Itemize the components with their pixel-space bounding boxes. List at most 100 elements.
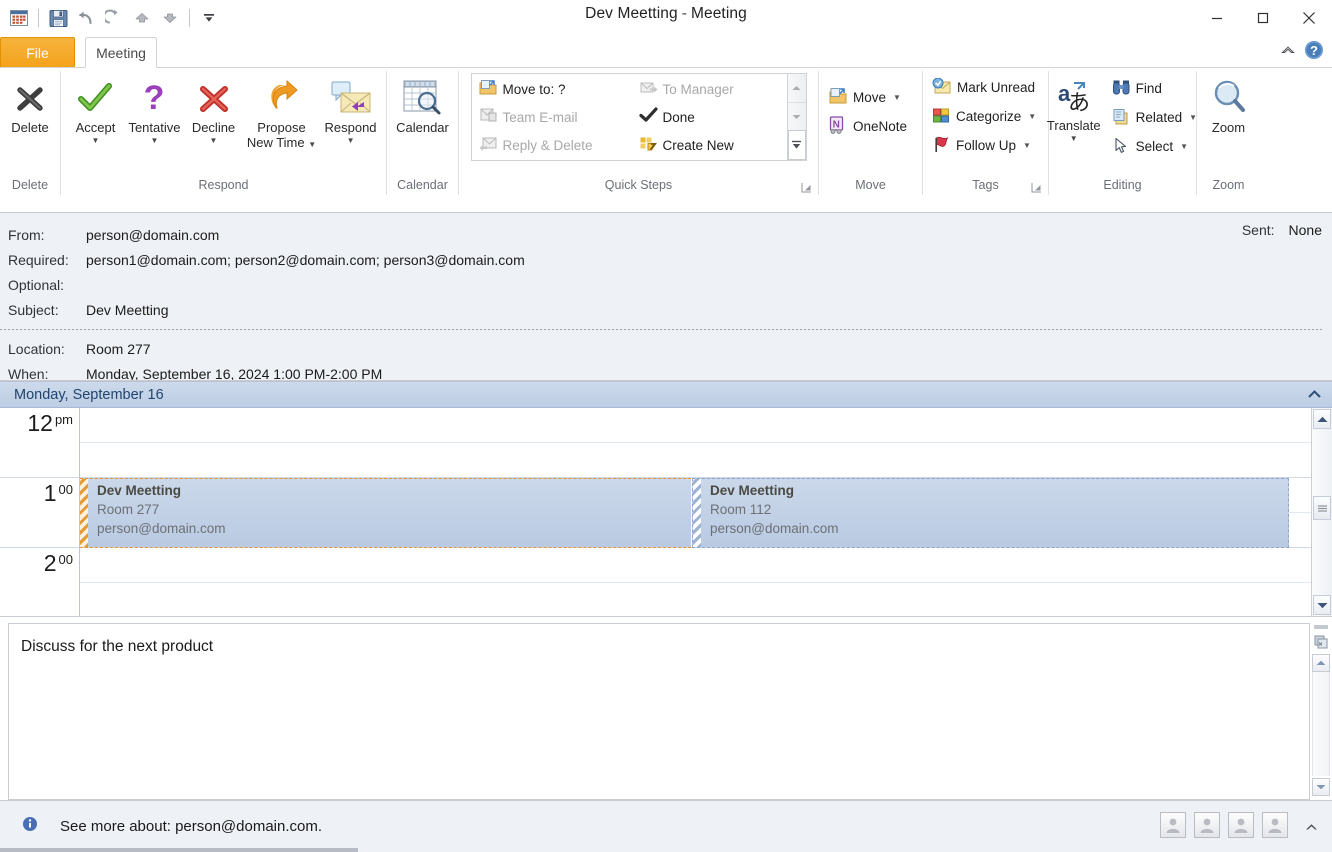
delete-button[interactable]: Delete [1,75,59,137]
tentative-label: Tentative [128,120,180,135]
ribbon-collapse-icon[interactable] [1280,43,1296,62]
onenote-button[interactable]: N OneNote [823,112,912,141]
delete-x-icon [12,77,48,117]
field-subject-value[interactable]: Dev Meetting [86,302,168,318]
quick-steps-scroll-down[interactable] [788,102,806,131]
tags-dialog-launcher[interactable] [1031,179,1042,190]
ribbon-group-editing: a あ Translate ▼ [1048,71,1196,195]
appointment-block-1[interactable]: Dev Meetting Room 277 person@domain.com [80,478,691,548]
move-button[interactable]: Move ▼ [823,83,906,112]
field-from: From: person@domain.com [0,222,1332,247]
attachment-icon[interactable] [1311,632,1331,652]
select-caret-icon[interactable]: ▼ [1180,142,1188,151]
field-location-value[interactable]: Room 277 [86,341,151,357]
tentative-caret-icon[interactable]: ▼ [151,136,159,145]
select-cursor-icon [1112,137,1131,157]
move-to-folder-icon [479,79,498,99]
calendar-button[interactable]: Calendar [392,75,453,137]
respond-label: Respond [325,120,377,135]
calendar-scrollbar[interactable] [1311,408,1332,616]
appointment-1-title: Dev Meetting [97,482,226,500]
move-caret-icon[interactable]: ▼ [893,93,901,102]
status-text: See more about: person@domain.com. [60,818,322,835]
find-button[interactable]: Find [1107,74,1202,103]
calendar-scroll-down-button[interactable] [1313,595,1331,615]
quick-step-create-new[interactable]: Create New [634,131,785,159]
propose-new-time-button[interactable]: ProposeNew Time ▼ [243,75,321,152]
person-icon-3[interactable] [1228,812,1254,838]
person-icon-1[interactable] [1160,812,1186,838]
accept-button[interactable]: Accept ▼ [66,75,124,147]
tab-meeting[interactable]: Meeting [85,37,157,68]
ribbon-help-group: ? [1280,40,1324,65]
calendar-day-header: Monday, September 16 [0,382,1332,408]
quick-step-reply-delete[interactable]: Reply & Delete [474,131,630,159]
expand-up-icon[interactable] [1305,818,1318,836]
calendar-scroll-track[interactable] [1312,430,1332,594]
follow-up-caret-icon[interactable]: ▼ [1023,141,1031,150]
tentative-question-icon: ? [137,77,171,117]
person-icon-4[interactable] [1262,812,1288,838]
categorize-button[interactable]: Categorize ▼ [927,102,1041,131]
related-icon [1112,108,1131,128]
decline-label: Decline [192,120,235,135]
respond-button[interactable]: Respond ▼ [321,75,381,147]
tab-file[interactable]: File [0,37,75,68]
calendar-collapse-button[interactable] [1296,382,1332,407]
close-button[interactable] [1286,0,1332,36]
help-icon[interactable]: ? [1304,40,1324,65]
select-button[interactable]: Select ▼ [1107,132,1202,161]
quick-step-done[interactable]: Done [634,103,785,131]
ribbon-group-respond: Accept ▼ ? Tentative ▼ [60,71,386,195]
ribbon-group-move-label: Move [823,175,918,195]
create-new-icon [639,135,658,155]
calendar-appointment-grid[interactable]: Dev Meetting Room 277 person@domain.com … [80,408,1311,616]
quick-step-team-email[interactable]: Team E-mail [474,103,630,131]
svg-text:N: N [833,120,840,131]
quick-steps-gallery: Move to: ? Team E-mail [471,73,807,161]
meeting-notes-body[interactable]: Discuss for the next product [8,623,1310,800]
notes-split-handle[interactable] [1314,625,1328,629]
decline-caret-icon[interactable]: ▼ [210,136,218,145]
decline-button[interactable]: Decline ▼ [185,75,243,147]
calendar-scroll-thumb[interactable] [1313,496,1331,520]
ribbon-group-tags: Mark Unread Categorize ▼ [922,71,1048,195]
minimize-button[interactable] [1194,0,1240,36]
to-manager-icon [639,79,658,99]
appointment-block-2[interactable]: Dev Meetting Room 112 person@domain.com [692,478,1289,548]
tentative-button[interactable]: ? Tentative ▼ [124,75,184,147]
calendar-scroll-up-button[interactable] [1313,409,1331,429]
related-button[interactable]: Related ▼ [1107,103,1202,132]
notes-scroll-track[interactable] [1312,672,1330,776]
field-location: Location: Room 277 [0,336,1332,361]
field-when-value[interactable]: Monday, September 16, 2024 1:00 PM-2:00 … [86,366,382,382]
translate-caret-icon[interactable]: ▼ [1070,134,1078,143]
translate-button[interactable]: a あ Translate ▼ [1043,73,1105,145]
field-required-value[interactable]: person1@domain.com; person2@domain.com; … [86,252,525,268]
done-check-icon [639,107,658,127]
zoom-magnifier-icon [1209,77,1249,117]
accept-caret-icon[interactable]: ▼ [91,136,99,145]
notes-scroll-down-button[interactable] [1312,778,1330,796]
respond-caret-icon[interactable]: ▼ [347,136,355,145]
quick-step-move-to[interactable]: Move to: ? [474,75,630,103]
categorize-caret-icon[interactable]: ▼ [1028,112,1036,121]
zoom-button[interactable]: Zoom [1200,75,1258,137]
meeting-notes-text: Discuss for the next product [21,638,213,655]
quick-steps-more[interactable] [788,130,806,160]
select-label: Select [1136,139,1174,154]
quick-steps-scrollbar[interactable] [787,74,806,160]
maximize-button[interactable] [1240,0,1286,36]
person-icon-2[interactable] [1194,812,1220,838]
mark-unread-button[interactable]: Mark Unread [927,73,1040,102]
quick-steps-scroll-up[interactable] [788,74,806,102]
notes-scroll-up-button[interactable] [1312,654,1330,672]
quick-steps-column-1: Move to: ? Team E-mail [472,74,632,160]
appointment-2-busy-stripe [693,479,701,547]
follow-up-button[interactable]: Follow Up ▼ [927,131,1036,160]
field-from-value[interactable]: person@domain.com [86,227,219,243]
onenote-icon: N [828,116,848,137]
quick-step-to-manager[interactable]: To Manager [634,75,785,103]
quick-steps-dialog-launcher[interactable] [801,179,812,190]
propose-new-time-caret-icon[interactable]: ▼ [308,140,316,149]
